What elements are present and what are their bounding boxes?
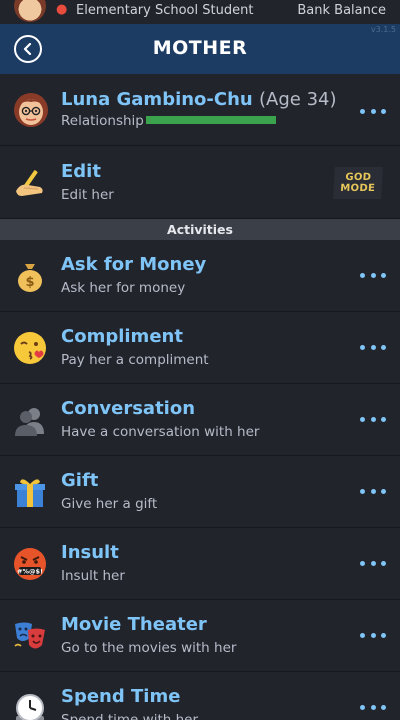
occupation-label: Elementary School Student [76, 3, 254, 18]
relationship-bar-fill [146, 116, 276, 124]
activity-title: Movie Theater [61, 614, 207, 635]
activity-subtitle: Have a conversation with her [61, 424, 260, 440]
activity-subtitle: Spend time with her [61, 712, 198, 720]
svg-text:$: $ [25, 275, 34, 290]
more-options-button[interactable] [360, 628, 386, 642]
person-age: (Age 34) [259, 89, 337, 110]
activity-title: Insult [61, 542, 119, 563]
svg-text:#%@$!: #%@$! [17, 568, 43, 576]
more-options-button[interactable] [360, 340, 386, 354]
activity-row-ask-for-money[interactable]: $ Ask for Money Ask her for money [0, 240, 400, 312]
apple-icon: ● [56, 2, 68, 17]
status-strip: ● Elementary School Student Bank Balance [0, 0, 400, 24]
clock-icon [12, 690, 48, 720]
edit-row[interactable]: Edit Edit her GOD MODE [0, 147, 400, 219]
activity-subtitle: Insult her [61, 568, 125, 584]
activity-row-compliment[interactable]: Compliment Pay her a compliment [0, 312, 400, 384]
more-options-button[interactable] [360, 104, 386, 118]
relationship-bar [146, 116, 276, 124]
god-mode-badge[interactable]: GOD MODE [333, 167, 383, 199]
activity-title: Ask for Money [61, 254, 207, 275]
more-options-button[interactable] [360, 700, 386, 714]
more-options-button[interactable] [360, 556, 386, 570]
more-options-button[interactable] [360, 412, 386, 426]
person-row[interactable]: Luna Gambino-Chu (Age 34) Relationship [0, 74, 400, 146]
activity-row-conversation[interactable]: Conversation Have a conversation with he… [0, 384, 400, 456]
activity-row-movie-theater[interactable]: Movie Theater Go to the movies with her [0, 600, 400, 672]
person-name-line: Luna Gambino-Chu (Age 34) [61, 89, 337, 110]
kiss-face-icon [12, 330, 48, 366]
activity-title: Spend Time [61, 686, 181, 707]
activity-row-gift[interactable]: Gift Give her a gift [0, 456, 400, 528]
activity-subtitle: Give her a gift [61, 496, 158, 512]
activity-row-insult[interactable]: #%@$! Insult Insult her [0, 528, 400, 600]
theater-masks-icon [12, 618, 48, 654]
activity-subtitle: Pay her a compliment [61, 352, 209, 368]
activities-section-header: Activities [0, 219, 400, 240]
activity-row-spend-time[interactable]: Spend Time Spend time with her [0, 672, 400, 720]
edit-title: Edit [61, 161, 101, 182]
more-options-button[interactable] [360, 268, 386, 282]
writing-hand-icon [12, 165, 48, 201]
activity-title: Conversation [61, 398, 196, 419]
person-name: Luna Gambino-Chu [61, 89, 253, 110]
activity-subtitle: Go to the movies with her [61, 640, 237, 656]
gift-icon [12, 474, 48, 510]
version-label: v3.1.5 [370, 25, 396, 34]
more-options-button[interactable] [360, 484, 386, 498]
money-bag-icon: $ [12, 258, 48, 294]
god-mode-line1: GOD [345, 172, 372, 183]
activity-title: Compliment [61, 326, 183, 347]
activity-subtitle: Ask her for money [61, 280, 186, 296]
page-title: MOTHER [152, 37, 248, 59]
edit-subtitle: Edit her [61, 187, 114, 203]
bank-balance-label: Bank Balance [297, 3, 386, 18]
god-mode-line2: MODE [340, 183, 376, 194]
header-bar: v3.1.5 MOTHER [0, 24, 400, 74]
people-icon [12, 402, 48, 438]
player-avatar [14, 0, 46, 22]
mother-avatar [12, 90, 50, 128]
activity-title: Gift [61, 470, 99, 491]
cursing-face-icon: #%@$! [12, 546, 48, 582]
relationship-label: Relationship [61, 113, 144, 129]
